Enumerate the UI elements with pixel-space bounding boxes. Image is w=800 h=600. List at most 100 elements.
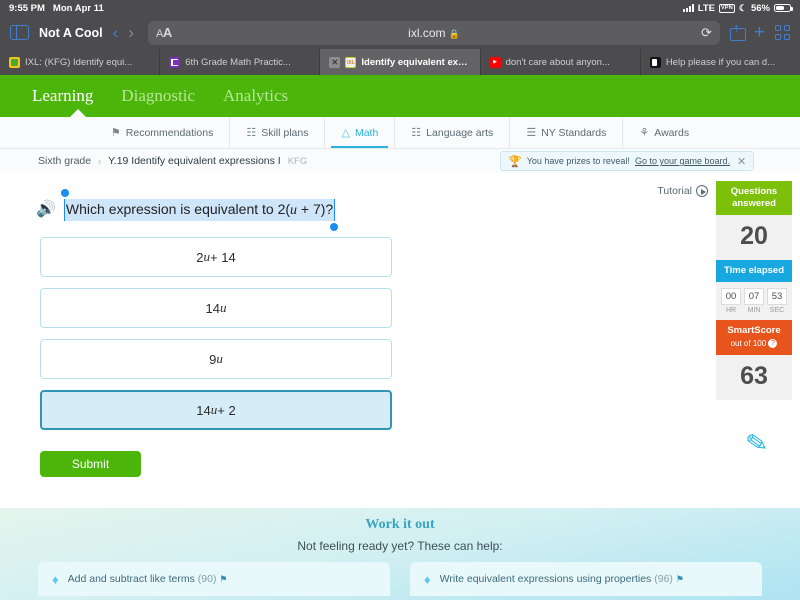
ixl-sub-nav: ⚑ Recommendations ☷ Skill plans △ Math ☷… (0, 117, 800, 149)
choice-suffix: + 14 (210, 249, 236, 265)
breadcrumb-skill: Y.19 Identify equivalent expressions I (108, 155, 281, 167)
questions-answered-value: 20 (740, 222, 768, 250)
back-button[interactable]: ‹ (113, 24, 119, 41)
ixl-main-nav: Learning Diagnostic Analytics (0, 75, 800, 117)
choice-variable: u (219, 300, 227, 315)
battery-percent-label: 56% (750, 2, 770, 14)
reload-icon[interactable]: ⟳ (701, 25, 712, 41)
question-text-prefix: Which expression is equivalent to 2( (65, 201, 291, 217)
skill-plans-icon: ☷ (246, 127, 257, 139)
new-tab-button[interactable]: + (754, 23, 765, 42)
help-card-count: (96) (654, 573, 673, 585)
browser-tab[interactable]: IXL: (KFG) Identify equi... (0, 49, 159, 75)
browser-tab[interactable]: don't care about anyon... (479, 49, 640, 75)
work-it-out-section: Work it out Not feeling ready yet? These… (0, 508, 800, 600)
subnav-item-math[interactable]: △ Math (324, 117, 394, 148)
questions-answered-label: Questions answered (716, 181, 792, 215)
forward-button[interactable]: › (128, 24, 134, 41)
smartscore-body: 63 (716, 355, 792, 400)
status-date: Mon Apr 11 (52, 2, 104, 14)
standards-icon: ☰ (526, 127, 537, 139)
status-time: 9:55 PM (9, 2, 45, 14)
timer-seconds: 53 SEC (767, 288, 787, 314)
browser-toolbar: Not A Cool ‹ › AA ixl.com🔒 ⟳ + (0, 16, 800, 49)
recommendations-icon: ⚑ (110, 127, 121, 139)
text-size-button[interactable]: AA (156, 25, 172, 40)
subnav-item-awards[interactable]: ⚘ Awards (622, 117, 705, 148)
math-icon: △ (341, 127, 350, 139)
tab-title: 6th Grade Math Practic... (185, 56, 291, 68)
nav-item-analytics[interactable]: Analytics (223, 86, 288, 106)
answer-choice[interactable]: 14 u (40, 288, 392, 328)
choice-prefix: 14 (196, 402, 211, 418)
lock-icon: 🔒 (448, 28, 460, 39)
pencil-icon[interactable]: ✎ (744, 426, 771, 460)
network-type-label: LTE (697, 2, 715, 14)
subnav-item-skill-plans[interactable]: ☷ Skill plans (229, 117, 324, 148)
ixl-green-icon (9, 56, 20, 68)
sidebar-toggle-icon[interactable] (10, 25, 29, 40)
help-card-text: Write equivalent expressions using prope… (440, 573, 684, 585)
timer-seconds-value: 53 (767, 288, 787, 305)
close-tab-icon[interactable]: ✕ (329, 56, 341, 68)
selection-handle-start[interactable] (60, 189, 69, 197)
language-arts-icon: ☷ (411, 127, 422, 139)
tabs-overview-icon[interactable] (775, 25, 790, 40)
help-cards: ♦ Add and subtract like terms (90) ⚑ ♦ W… (0, 553, 800, 596)
question-text-suffix: + 7)? (297, 201, 334, 217)
subnav-item-recommendations[interactable]: ⚑ Recommendations (95, 117, 229, 148)
game-board-link[interactable]: Go to your game board. (635, 156, 730, 166)
smartscore-subtitle: out of 100 ? (718, 338, 790, 350)
timer-hours-unit: HR (725, 307, 737, 314)
work-it-out-title: Work it out (365, 517, 435, 532)
address-bar[interactable]: AA ixl.com 🔒 ⟳ (148, 20, 720, 45)
close-icon[interactable]: ✕ (737, 155, 746, 168)
question-area: Tutorial 🔊 Which expression is equivalen… (0, 173, 800, 485)
browser-tab[interactable]: Help please if you can d... (639, 49, 800, 75)
breadcrumb-grade[interactable]: Sixth grade (38, 155, 91, 167)
tutorial-button[interactable]: Tutorial (657, 185, 708, 197)
purple-doc-icon (169, 56, 181, 68)
awards-icon: ⚘ (639, 127, 650, 139)
timer-minutes-value: 07 (744, 288, 764, 305)
timer-seconds-unit: SEC (769, 307, 785, 314)
browser-window: 9:55 PM Mon Apr 11 LTE VPN ☾ 56% Not A C… (0, 0, 800, 600)
smartscore-label: SmartScore out of 100 ? (716, 320, 792, 355)
answer-choice-selected[interactable]: 14 u + 2 (40, 390, 392, 430)
help-card-label: Add and subtract like terms (67, 573, 195, 585)
tutorial-label: Tutorial (657, 185, 692, 197)
choice-prefix: 14 (205, 300, 220, 316)
subnav-label: Math (354, 126, 379, 139)
browser-tab-active[interactable]: ✕ Identify equivalent expr... (319, 49, 480, 75)
answer-choice[interactable]: 2u + 14 (40, 237, 392, 277)
help-card[interactable]: ♦ Write equivalent expressions using pro… (410, 562, 762, 596)
diamond-icon: ♦ (424, 571, 431, 587)
nav-item-diagnostic[interactable]: Diagnostic (121, 86, 195, 106)
question-variable: u (290, 203, 298, 218)
subnav-label: Recommendations (125, 126, 214, 139)
submit-button[interactable]: Submit (40, 451, 141, 477)
nav-item-learning[interactable]: Learning (32, 86, 93, 106)
question-mark-icon[interactable]: ? (768, 339, 778, 349)
ios-status-bar: 9:55 PM Mon Apr 11 LTE VPN ☾ 56% (0, 0, 800, 16)
question-text[interactable]: Which expression is equivalent to 2(u + … (60, 189, 339, 231)
selection-caret-start (63, 199, 66, 221)
ixl-icon (345, 56, 357, 68)
flag-icon: ⚑ (675, 574, 684, 584)
choice-suffix: + 2 (217, 402, 236, 418)
tab-title: don't care about anyon... (505, 56, 610, 68)
help-card-text: Add and subtract like terms (90) ⚑ (68, 573, 228, 585)
share-icon[interactable] (729, 21, 746, 41)
answer-choice[interactable]: 9u (40, 339, 392, 379)
window-title: Not A Cool (39, 25, 103, 40)
speaker-icon[interactable]: 🔊 (36, 202, 56, 218)
help-card[interactable]: ♦ Add and subtract like terms (90) ⚑ (38, 562, 390, 596)
battery-icon (774, 3, 793, 13)
moon-icon: ☾ (738, 2, 747, 13)
subnav-label: Awards (654, 126, 690, 139)
subnav-item-language-arts[interactable]: ☷ Language arts (394, 117, 509, 148)
browser-tab[interactable]: 6th Grade Math Practic... (159, 49, 319, 75)
tab-title: Help please if you can d... (665, 56, 776, 68)
subnav-item-ny-standards[interactable]: ☰ NY Standards (509, 117, 622, 148)
breadcrumb: Sixth grade › Y.19 Identify equivalent e… (0, 149, 800, 173)
